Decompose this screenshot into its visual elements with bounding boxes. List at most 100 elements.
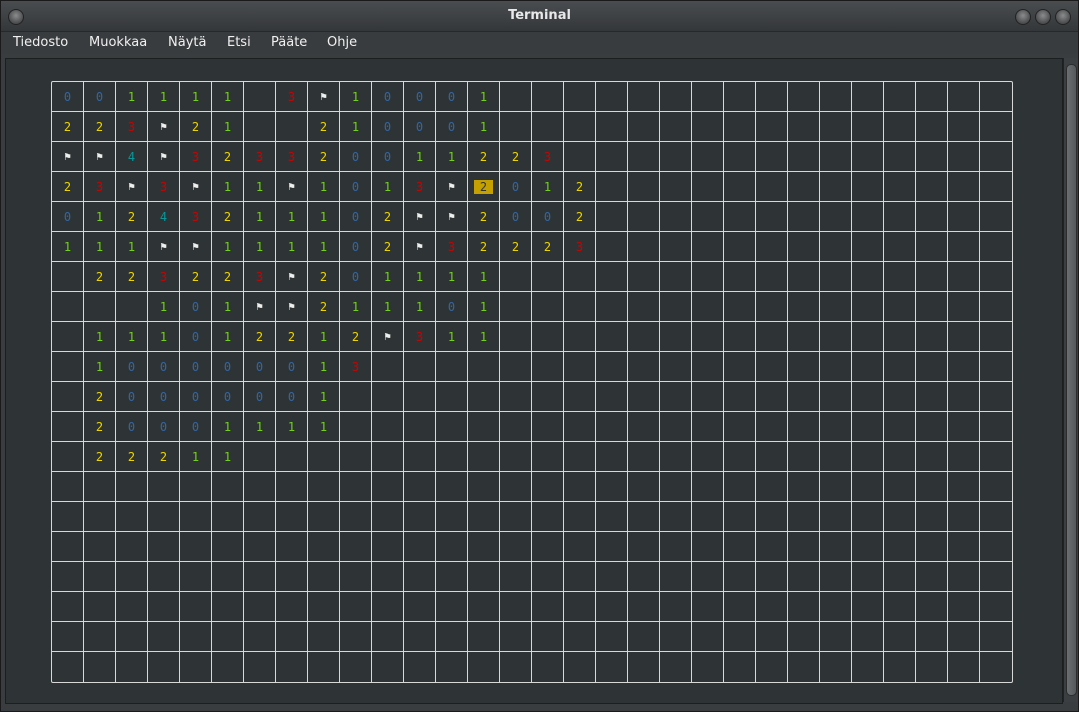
hidden-cell[interactable]: [404, 382, 436, 412]
number-cell[interactable]: 1: [116, 322, 148, 352]
hidden-cell[interactable]: [724, 262, 756, 292]
hidden-cell[interactable]: [820, 472, 852, 502]
hidden-cell[interactable]: [404, 622, 436, 652]
hidden-cell[interactable]: [308, 562, 340, 592]
hidden-cell[interactable]: [84, 532, 116, 562]
hidden-cell[interactable]: [980, 442, 1012, 472]
hidden-cell[interactable]: [180, 502, 212, 532]
hidden-cell[interactable]: [500, 412, 532, 442]
number-cell[interactable]: 4: [148, 202, 180, 232]
hidden-cell[interactable]: [564, 292, 596, 322]
number-cell[interactable]: 0: [372, 112, 404, 142]
hidden-cell[interactable]: [468, 592, 500, 622]
hidden-cell[interactable]: [116, 622, 148, 652]
number-cell[interactable]: 1: [436, 142, 468, 172]
hidden-cell[interactable]: [404, 652, 436, 682]
number-cell[interactable]: 1: [212, 232, 244, 262]
hidden-cell[interactable]: [948, 412, 980, 442]
hidden-cell[interactable]: [756, 262, 788, 292]
hidden-cell[interactable]: [564, 412, 596, 442]
number-cell[interactable]: 3: [404, 322, 436, 352]
number-cell[interactable]: 1: [52, 232, 84, 262]
hidden-cell[interactable]: [564, 142, 596, 172]
number-cell[interactable]: 0: [244, 352, 276, 382]
hidden-cell[interactable]: [692, 202, 724, 232]
hidden-cell[interactable]: [52, 592, 84, 622]
hidden-cell[interactable]: [596, 592, 628, 622]
number-cell[interactable]: 3: [276, 142, 308, 172]
hidden-cell[interactable]: [724, 142, 756, 172]
menu-terminal[interactable]: Pääte: [271, 35, 307, 50]
number-cell[interactable]: 0: [340, 232, 372, 262]
hidden-cell[interactable]: [244, 82, 276, 112]
hidden-cell[interactable]: [980, 412, 1012, 442]
hidden-cell[interactable]: [820, 232, 852, 262]
hidden-cell[interactable]: [724, 202, 756, 232]
hidden-cell[interactable]: [820, 172, 852, 202]
hidden-cell[interactable]: [628, 472, 660, 502]
hidden-cell[interactable]: [628, 532, 660, 562]
hidden-cell[interactable]: [820, 82, 852, 112]
hidden-cell[interactable]: [628, 352, 660, 382]
hidden-cell[interactable]: [916, 352, 948, 382]
hidden-cell[interactable]: [532, 352, 564, 382]
hidden-cell[interactable]: [436, 412, 468, 442]
hidden-cell[interactable]: [564, 352, 596, 382]
number-cell[interactable]: 2: [532, 232, 564, 262]
number-cell[interactable]: 0: [180, 292, 212, 322]
number-cell[interactable]: 1: [372, 262, 404, 292]
number-cell[interactable]: 0: [52, 82, 84, 112]
hidden-cell[interactable]: [404, 442, 436, 472]
hidden-cell[interactable]: [628, 652, 660, 682]
hidden-cell[interactable]: [564, 472, 596, 502]
hidden-cell[interactable]: [884, 202, 916, 232]
number-cell[interactable]: 2: [212, 142, 244, 172]
hidden-cell[interactable]: [532, 622, 564, 652]
hidden-cell[interactable]: [436, 472, 468, 502]
hidden-cell[interactable]: [884, 562, 916, 592]
hidden-cell[interactable]: [276, 562, 308, 592]
hidden-cell[interactable]: [788, 442, 820, 472]
hidden-cell[interactable]: [564, 442, 596, 472]
hidden-cell[interactable]: [180, 622, 212, 652]
hidden-cell[interactable]: [916, 142, 948, 172]
hidden-cell[interactable]: [948, 652, 980, 682]
hidden-cell[interactable]: [52, 472, 84, 502]
number-cell[interactable]: 2: [308, 112, 340, 142]
hidden-cell[interactable]: [788, 472, 820, 502]
number-cell[interactable]: 2: [212, 262, 244, 292]
hidden-cell[interactable]: [884, 502, 916, 532]
hidden-cell[interactable]: [756, 202, 788, 232]
number-cell[interactable]: 3: [276, 82, 308, 112]
hidden-cell[interactable]: [820, 592, 852, 622]
number-cell[interactable]: 1: [340, 112, 372, 142]
hidden-cell[interactable]: [788, 142, 820, 172]
number-cell[interactable]: 1: [244, 412, 276, 442]
terminal-area[interactable]: 0 0 1 1 1 1 3 ⚑ 1 0 0 0 1 2 2 3 ⚑ 2 1 2 1 0 0 0 1 ⚑ ⚑ 4 ⚑ 3 2 3 3 2 0 0 1 1 2 2…: [5, 58, 1063, 704]
number-cell[interactable]: 0: [500, 202, 532, 232]
number-cell[interactable]: 0: [148, 352, 180, 382]
hidden-cell[interactable]: [212, 532, 244, 562]
number-cell[interactable]: 0: [180, 352, 212, 382]
hidden-cell[interactable]: [884, 232, 916, 262]
hidden-cell[interactable]: [596, 142, 628, 172]
hidden-cell[interactable]: [596, 322, 628, 352]
hidden-cell[interactable]: [340, 502, 372, 532]
hidden-cell[interactable]: [212, 592, 244, 622]
hidden-cell[interactable]: [276, 442, 308, 472]
hidden-cell[interactable]: [724, 322, 756, 352]
hidden-cell[interactable]: [852, 82, 884, 112]
hidden-cell[interactable]: [596, 442, 628, 472]
hidden-cell[interactable]: [660, 202, 692, 232]
number-cell[interactable]: 2: [52, 112, 84, 142]
hidden-cell[interactable]: [884, 442, 916, 472]
hidden-cell[interactable]: [916, 502, 948, 532]
hidden-cell[interactable]: [244, 472, 276, 502]
hidden-cell[interactable]: [372, 592, 404, 622]
hidden-cell[interactable]: [468, 352, 500, 382]
number-cell[interactable]: 0: [340, 202, 372, 232]
number-cell[interactable]: 3: [532, 142, 564, 172]
hidden-cell[interactable]: [660, 622, 692, 652]
hidden-cell[interactable]: [948, 382, 980, 412]
hidden-cell[interactable]: [692, 382, 724, 412]
